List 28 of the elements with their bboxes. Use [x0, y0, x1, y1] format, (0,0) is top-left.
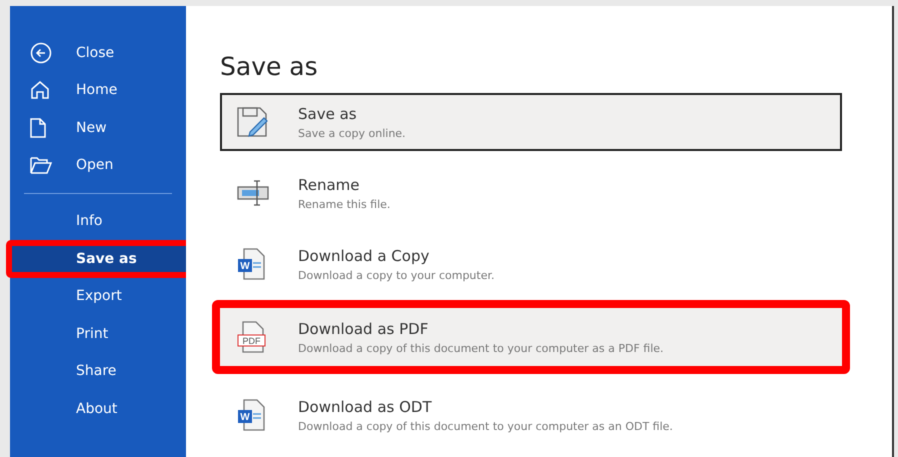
option-description: Save a copy online. — [298, 126, 406, 140]
option-description: Download a copy of this document to your computer as a PDF file. — [298, 342, 664, 354]
sidebar-item[interactable]: Close — [10, 34, 186, 72]
sidebar-item[interactable]: Print — [10, 315, 186, 352]
option-title: Rename — [298, 176, 361, 194]
option-item[interactable]: Save as Save a copy online. — [220, 93, 842, 151]
file-icon — [30, 118, 46, 138]
sidebar-item[interactable]: Export — [10, 278, 186, 315]
option-title: Save as — [298, 104, 358, 122]
sidebar-item[interactable]: Info — [10, 202, 186, 240]
option-title: Download as PDF — [298, 320, 430, 338]
sidebar-item[interactable]: New — [10, 109, 186, 146]
option-item[interactable]: PDF Download as PDF Download a copy of this document to your computer as a PDF file. — [220, 308, 842, 366]
sidebar-item[interactable]: Home — [10, 72, 186, 109]
option-description: Download a copy of this document to your computer as an ODT file. — [298, 420, 673, 432]
home-icon — [30, 80, 50, 100]
sidebar-item[interactable]: Save as — [12, 246, 186, 272]
save-icon — [236, 106, 270, 138]
page-title: Save as — [220, 52, 319, 81]
option-description: Download a copy to your computer. — [298, 268, 494, 282]
folder-icon — [30, 156, 52, 174]
option-title: Download a Copy — [298, 246, 430, 264]
option-title: Download as ODT — [298, 398, 433, 416]
back-icon — [30, 42, 52, 64]
option-description: Rename this file. — [298, 198, 390, 210]
sidebar-item[interactable]: Share — [10, 352, 186, 390]
sidebar-item[interactable]: About — [10, 390, 186, 428]
sidebar-item[interactable]: Open — [10, 146, 186, 184]
